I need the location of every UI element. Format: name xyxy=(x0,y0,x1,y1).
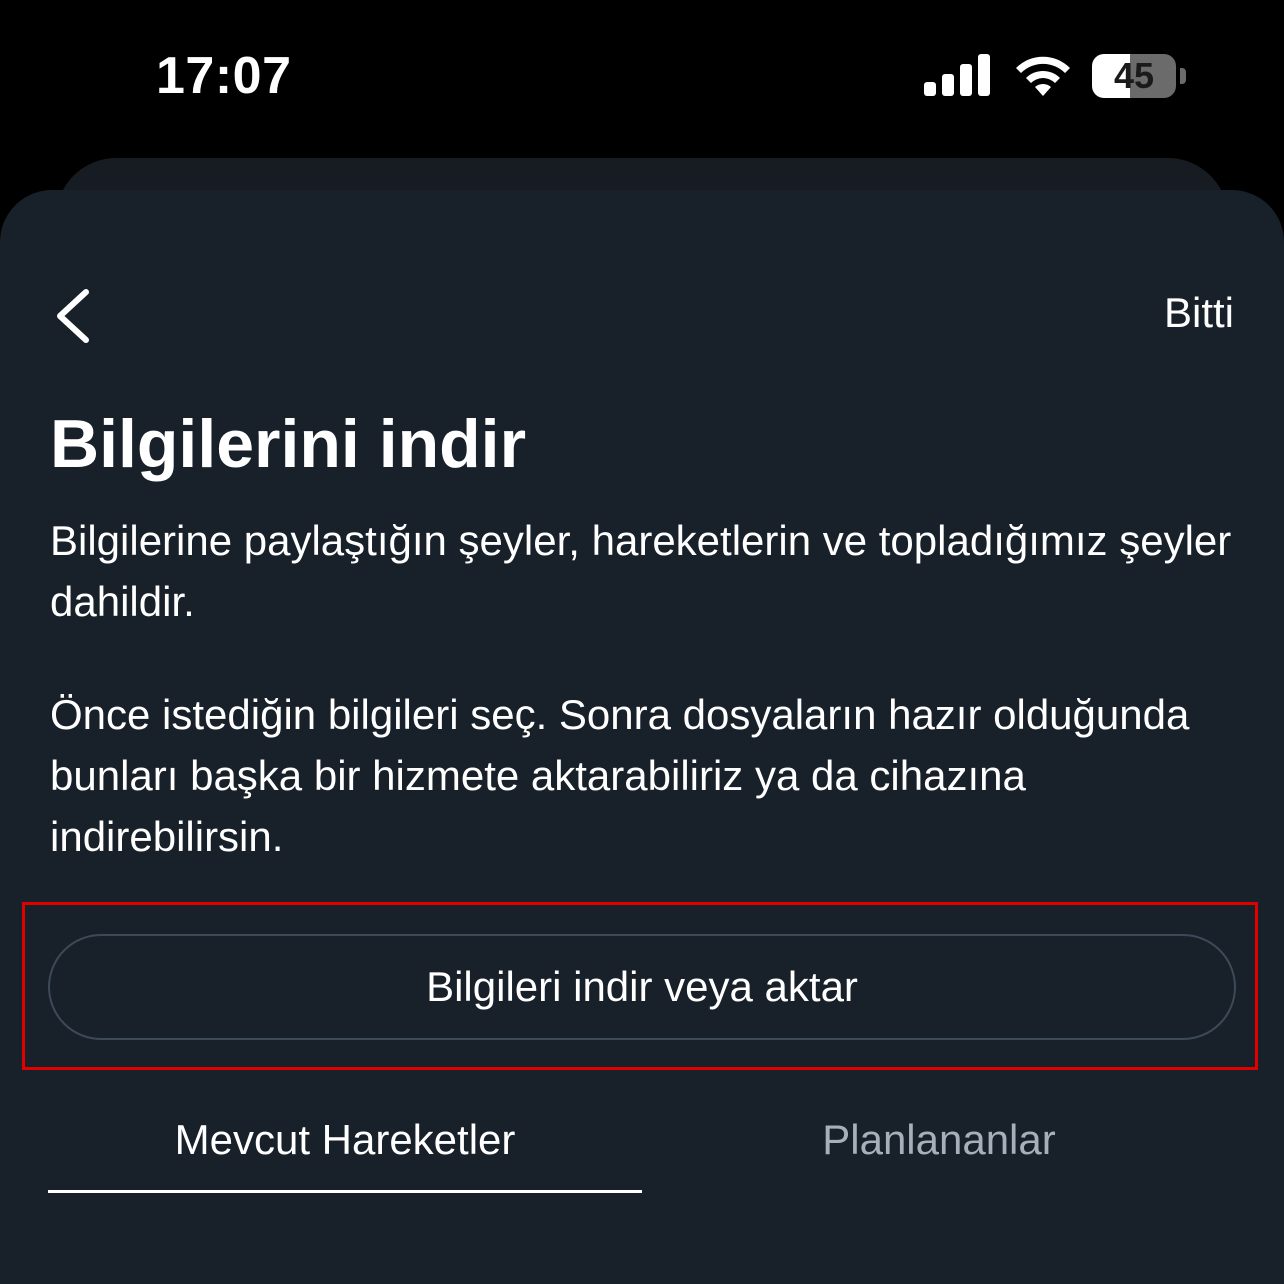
status-time: 17:07 xyxy=(156,47,292,105)
instruction-text: Önce istediğin bilgileri seç. Sonra dosy… xyxy=(50,691,1190,860)
download-or-transfer-button[interactable]: Bilgileri indir veya aktar xyxy=(48,934,1236,1040)
done-button[interactable]: Bitti xyxy=(1164,288,1234,338)
screen: 17:07 45 Bitti Bilgilerini indir Bilgile… xyxy=(0,0,1284,1284)
tab-current-activity[interactable]: Mevcut Hareketler xyxy=(48,1114,642,1166)
description-text: Bilgilerine paylaştığın şeyler, hareketl… xyxy=(50,517,1232,625)
wifi-icon xyxy=(1016,56,1070,96)
active-tab-indicator xyxy=(48,1190,642,1193)
page-title: Bilgilerini indir xyxy=(50,406,527,482)
battery-icon: 45 xyxy=(1092,54,1188,98)
tab-scheduled[interactable]: Planlananlar xyxy=(642,1114,1236,1166)
signal-icon xyxy=(924,54,990,96)
battery-level: 45 xyxy=(1113,55,1155,96)
battery-cap xyxy=(1180,68,1186,84)
chevron-left-icon[interactable] xyxy=(44,280,104,350)
